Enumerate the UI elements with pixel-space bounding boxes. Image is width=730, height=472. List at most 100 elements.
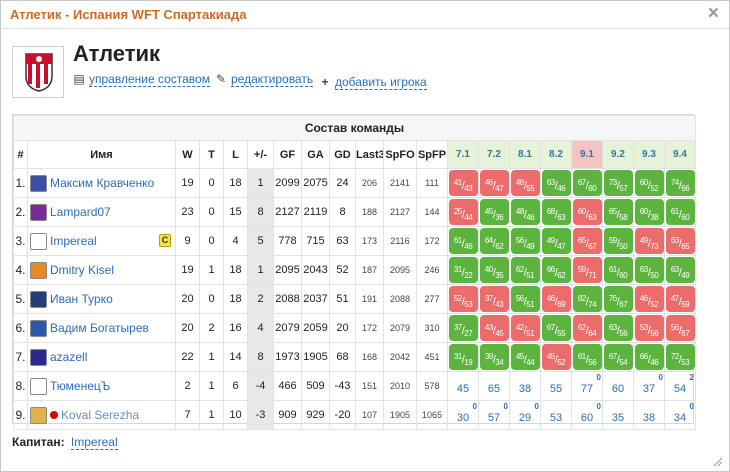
resize-handle-icon[interactable] <box>713 457 723 467</box>
manage-roster-link[interactable]: ▤ управление составом <box>73 72 210 87</box>
match-cell[interactable]: 31/19 <box>447 342 479 372</box>
match-cell[interactable]: 62/64 <box>571 313 603 343</box>
col-header[interactable]: T <box>199 140 224 169</box>
col-header[interactable]: +/- <box>247 140 274 169</box>
match-cell[interactable]: 43/45 <box>478 313 510 343</box>
match-cell[interactable]: 63/49 <box>664 255 696 285</box>
col-header[interactable]: GF <box>273 140 302 169</box>
match-cell[interactable]: 25/44 <box>447 197 479 227</box>
match-cell[interactable]: 65/58 <box>602 197 634 227</box>
match-cell[interactable]: 49/73 <box>633 226 665 256</box>
dialog-titlebar[interactable]: Атлетик - Испания WFT Спартакиада × <box>1 1 729 29</box>
match-header[interactable]: 9.2 <box>602 140 634 169</box>
match-cell[interactable]: 64/62 <box>478 226 510 256</box>
match-cell[interactable]: 60/38 <box>633 197 665 227</box>
player-name-link[interactable]: Dmitry Kisel <box>50 263 114 277</box>
match-cell[interactable]: 60/63 <box>571 197 603 227</box>
match-cell[interactable]: 56/51 <box>509 284 541 314</box>
match-cell[interactable]: 61/56 <box>571 342 603 372</box>
col-header[interactable]: Имя <box>27 140 176 169</box>
match-cell[interactable]: 67/55 <box>540 313 572 343</box>
match-cell[interactable]: 52/53 <box>447 284 479 314</box>
match-cell[interactable]: 63/56 <box>602 313 634 343</box>
col-header[interactable]: Last3 <box>355 140 384 169</box>
edit-link[interactable]: ✎ редактировать <box>215 72 314 87</box>
match-cell[interactable]: 56/67 <box>664 313 696 343</box>
match-cell[interactable]: 46/47 <box>478 168 510 198</box>
col-header[interactable]: SpFO <box>383 140 417 169</box>
match-header[interactable]: 9.4 <box>664 140 696 169</box>
match-cell[interactable]: 65/67 <box>571 226 603 256</box>
match-cell[interactable]: 34 0 <box>664 400 696 430</box>
match-header[interactable]: 8.1 <box>509 140 541 169</box>
match-cell[interactable]: 48/46 <box>509 197 541 227</box>
col-header[interactable]: L <box>223 140 248 169</box>
match-cell[interactable]: 61/60 <box>602 255 634 285</box>
match-cell[interactable]: 29 0 <box>509 400 541 430</box>
match-cell[interactable]: 41/43 <box>447 168 479 198</box>
match-cell[interactable]: 77 0 <box>571 371 603 401</box>
match-cell[interactable]: 60 <box>602 371 634 401</box>
match-cell[interactable]: 45/52 <box>540 342 572 372</box>
match-cell[interactable]: 67/54 <box>602 342 634 372</box>
match-cell[interactable]: 73/57 <box>602 168 634 198</box>
match-cell[interactable]: 38 <box>509 371 541 401</box>
match-header[interactable]: 9.3 <box>633 140 665 169</box>
match-cell[interactable]: 53/56 <box>633 313 665 343</box>
match-cell[interactable]: 76/67 <box>602 284 634 314</box>
match-cell[interactable]: 48/55 <box>509 168 541 198</box>
match-cell[interactable]: 38 <box>633 400 665 430</box>
match-cell[interactable]: 68/63 <box>540 197 572 227</box>
col-header[interactable]: # <box>13 140 28 169</box>
match-cell[interactable]: 35 <box>602 400 634 430</box>
match-header[interactable]: 7.2 <box>478 140 510 169</box>
match-cell[interactable]: 62/51 <box>509 255 541 285</box>
col-header[interactable]: SpFP <box>416 140 448 169</box>
match-cell[interactable]: 37/43 <box>478 284 510 314</box>
close-icon[interactable]: × <box>708 4 719 24</box>
match-cell[interactable]: 56/49 <box>509 226 541 256</box>
match-cell[interactable]: 45/44 <box>509 342 541 372</box>
match-cell[interactable]: 57 0 <box>478 400 510 430</box>
col-header[interactable]: GD <box>329 140 356 169</box>
match-cell[interactable]: 63/46 <box>540 168 572 198</box>
match-cell[interactable]: 74/66 <box>664 168 696 198</box>
player-name-link[interactable]: Вадим Богатырев <box>50 321 149 335</box>
player-name-link[interactable]: azazell <box>50 350 87 364</box>
match-cell[interactable]: 55 <box>540 371 572 401</box>
match-cell[interactable]: 39/34 <box>478 342 510 372</box>
match-cell[interactable]: 61/46 <box>447 226 479 256</box>
match-cell[interactable]: 47/59 <box>664 284 696 314</box>
match-cell[interactable]: 46/52 <box>633 284 665 314</box>
player-name-link[interactable]: Максим Кравченко <box>50 176 154 190</box>
match-cell[interactable]: 65 <box>478 371 510 401</box>
player-name-link[interactable]: Иван Турко <box>50 292 113 306</box>
match-cell[interactable]: 37 0 <box>633 371 665 401</box>
add-player-link[interactable]: + добавить игрока <box>319 75 427 90</box>
match-cell[interactable]: 66/62 <box>540 255 572 285</box>
player-name-link[interactable]: Lampard07 <box>50 205 111 219</box>
col-header[interactable]: W <box>175 140 200 169</box>
match-cell[interactable]: 59/71 <box>571 255 603 285</box>
match-cell[interactable]: 42/51 <box>509 313 541 343</box>
match-cell[interactable]: 63/50 <box>633 255 665 285</box>
match-cell[interactable]: 49/47 <box>540 226 572 256</box>
match-cell[interactable]: 72/53 <box>664 342 696 372</box>
match-cell[interactable]: 66/46 <box>633 342 665 372</box>
match-cell[interactable]: 53 <box>540 400 572 430</box>
match-cell[interactable]: 67/60 <box>571 168 603 198</box>
match-cell[interactable]: 46/69 <box>540 284 572 314</box>
match-cell[interactable]: 37/27 <box>447 313 479 343</box>
match-header[interactable]: 9.1 <box>571 140 603 169</box>
match-cell[interactable]: 60/52 <box>633 168 665 198</box>
match-cell[interactable]: 82/74 <box>571 284 603 314</box>
match-cell[interactable]: 30 0 <box>447 400 479 430</box>
match-cell[interactable]: 40/35 <box>478 255 510 285</box>
match-cell[interactable]: 45 <box>447 371 479 401</box>
player-name-link[interactable]: Koval Serezha <box>61 408 139 422</box>
captain-link[interactable]: Impereal <box>70 435 118 450</box>
match-cell[interactable]: 63/65 <box>664 226 696 256</box>
match-header[interactable]: 8.2 <box>540 140 572 169</box>
player-name-link[interactable]: ТюменецЪ <box>50 379 110 393</box>
match-cell[interactable]: 60 0 <box>571 400 603 430</box>
